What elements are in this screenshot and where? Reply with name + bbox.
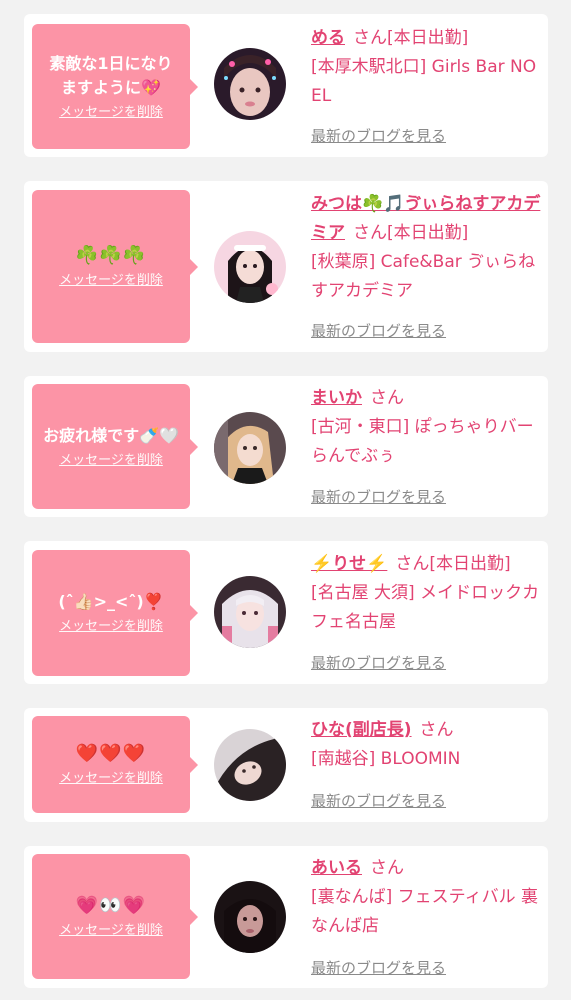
delete-message-link[interactable]: メッセージを削除 bbox=[59, 272, 163, 290]
shop-name: [古河・東口] ぽっちゃりバー らんでぶぅ bbox=[311, 417, 534, 466]
honorific: さん bbox=[353, 28, 387, 48]
avatar[interactable] bbox=[214, 881, 286, 953]
message-bubble: ☘️☘️☘️ メッセージを削除 bbox=[32, 190, 198, 343]
girl-name-link[interactable]: ひな(副店長) bbox=[311, 720, 412, 740]
girl-info: みつは☘️🎵ゔぃらねすアカデミア さん[本日出勤] [秋葉原] Cafe&Bar … bbox=[311, 190, 541, 306]
honorific: さん bbox=[370, 388, 404, 408]
blog-link[interactable]: 最新のブログを見る bbox=[311, 486, 446, 507]
blog-link[interactable]: 最新のブログを見る bbox=[311, 320, 446, 341]
message-card: ☘️☘️☘️ メッセージを削除 みつは☘️🎵ゔぃらねすアカデミア さん[本日出勤]… bbox=[24, 181, 548, 352]
shop-name: [秋葉原] Cafe&Bar ゔぃらねすアカデミア bbox=[311, 252, 536, 301]
message-bubble: お疲れ様です🍼🤍 メッセージを削除 bbox=[32, 384, 198, 509]
message-text: 素敵な1日になりますように💖 bbox=[49, 53, 173, 97]
message-card: (ˆ👍🏻>_<ˆ)❣️ メッセージを削除 ⚡️りせ⚡️ さん[本日出勤] [名古屋… bbox=[24, 541, 548, 684]
shop-name: [南越谷] BLOOMIN bbox=[311, 749, 461, 769]
girl-name-link[interactable]: まいか bbox=[311, 388, 362, 408]
avatar[interactable] bbox=[214, 576, 286, 648]
message-card: ❤️❤️❤️ メッセージを削除 ひな(副店長) さん [南越谷] BLOOMIN … bbox=[24, 708, 548, 822]
message-text: ❤️❤️❤️ bbox=[75, 742, 147, 764]
avatar[interactable] bbox=[214, 412, 286, 484]
girl-name-link[interactable]: める bbox=[311, 28, 345, 48]
shop-name: [名古屋 大須] メイドロックカフェ名古屋 bbox=[311, 583, 540, 632]
delete-message-link[interactable]: メッセージを削除 bbox=[59, 770, 163, 788]
avatar[interactable] bbox=[214, 231, 286, 303]
message-text: ☘️☘️☘️ bbox=[75, 244, 147, 266]
work-status: [本日出勤] bbox=[387, 223, 469, 243]
delete-message-link[interactable]: メッセージを削除 bbox=[59, 104, 163, 122]
delete-message-link[interactable]: メッセージを削除 bbox=[59, 922, 163, 940]
shop-name: [裏なんば] フェスティバル 裏なんば店 bbox=[311, 887, 539, 936]
avatar[interactable] bbox=[214, 48, 286, 120]
work-status: [本日出勤] bbox=[387, 28, 469, 48]
message-text: 💗👀💗 bbox=[75, 894, 147, 916]
message-card: 素敵な1日になりますように💖 メッセージを削除 める さん[本日出勤] [本厚木駅… bbox=[24, 14, 548, 157]
message-bubble: 💗👀💗 メッセージを削除 bbox=[32, 854, 198, 979]
girl-info: める さん[本日出勤] [本厚木駅北口] Girls Bar NOEL bbox=[311, 24, 541, 111]
girl-info: あいる さん [裏なんば] フェスティバル 裏なんば店 bbox=[311, 854, 541, 941]
delete-message-link[interactable]: メッセージを削除 bbox=[59, 452, 163, 470]
message-card: お疲れ様です🍼🤍 メッセージを削除 まいか さん [古河・東口] ぽっちゃりバー … bbox=[24, 376, 548, 517]
honorific: さん bbox=[353, 223, 387, 243]
blog-link[interactable]: 最新のブログを見る bbox=[311, 125, 446, 146]
message-text: (ˆ👍🏻>_<ˆ)❣️ bbox=[58, 592, 164, 611]
blog-link[interactable]: 最新のブログを見る bbox=[311, 790, 446, 811]
honorific: さん bbox=[395, 554, 430, 574]
girl-name-link[interactable]: ⚡️りせ⚡️ bbox=[311, 554, 387, 574]
message-card: 💗👀💗 メッセージを削除 あいる さん [裏なんば] フェスティバル 裏なんば店 … bbox=[24, 846, 548, 988]
message-text: お疲れ様です🍼🤍 bbox=[43, 425, 179, 445]
blog-link[interactable]: 最新のブログを見る bbox=[311, 652, 446, 673]
honorific: さん bbox=[370, 858, 404, 878]
girl-info: まいか さん [古河・東口] ぽっちゃりバー らんでぶぅ bbox=[311, 384, 541, 471]
girl-info: ひな(副店長) さん [南越谷] BLOOMIN bbox=[311, 716, 541, 774]
work-status: [本日出勤] bbox=[429, 554, 511, 574]
message-bubble: (ˆ👍🏻>_<ˆ)❣️ メッセージを削除 bbox=[32, 550, 198, 676]
girl-name-link[interactable]: あいる bbox=[311, 858, 362, 878]
message-bubble: ❤️❤️❤️ メッセージを削除 bbox=[32, 716, 198, 813]
delete-message-link[interactable]: メッセージを削除 bbox=[59, 618, 163, 636]
honorific: さん bbox=[419, 720, 454, 740]
avatar[interactable] bbox=[214, 729, 286, 801]
message-bubble: 素敵な1日になりますように💖 メッセージを削除 bbox=[32, 24, 198, 149]
blog-link[interactable]: 最新のブログを見る bbox=[311, 957, 446, 978]
shop-name: [本厚木駅北口] Girls Bar NOEL bbox=[311, 57, 537, 106]
girl-info: ⚡️りせ⚡️ さん[本日出勤] [名古屋 大須] メイドロックカフェ名古屋 bbox=[311, 550, 541, 637]
